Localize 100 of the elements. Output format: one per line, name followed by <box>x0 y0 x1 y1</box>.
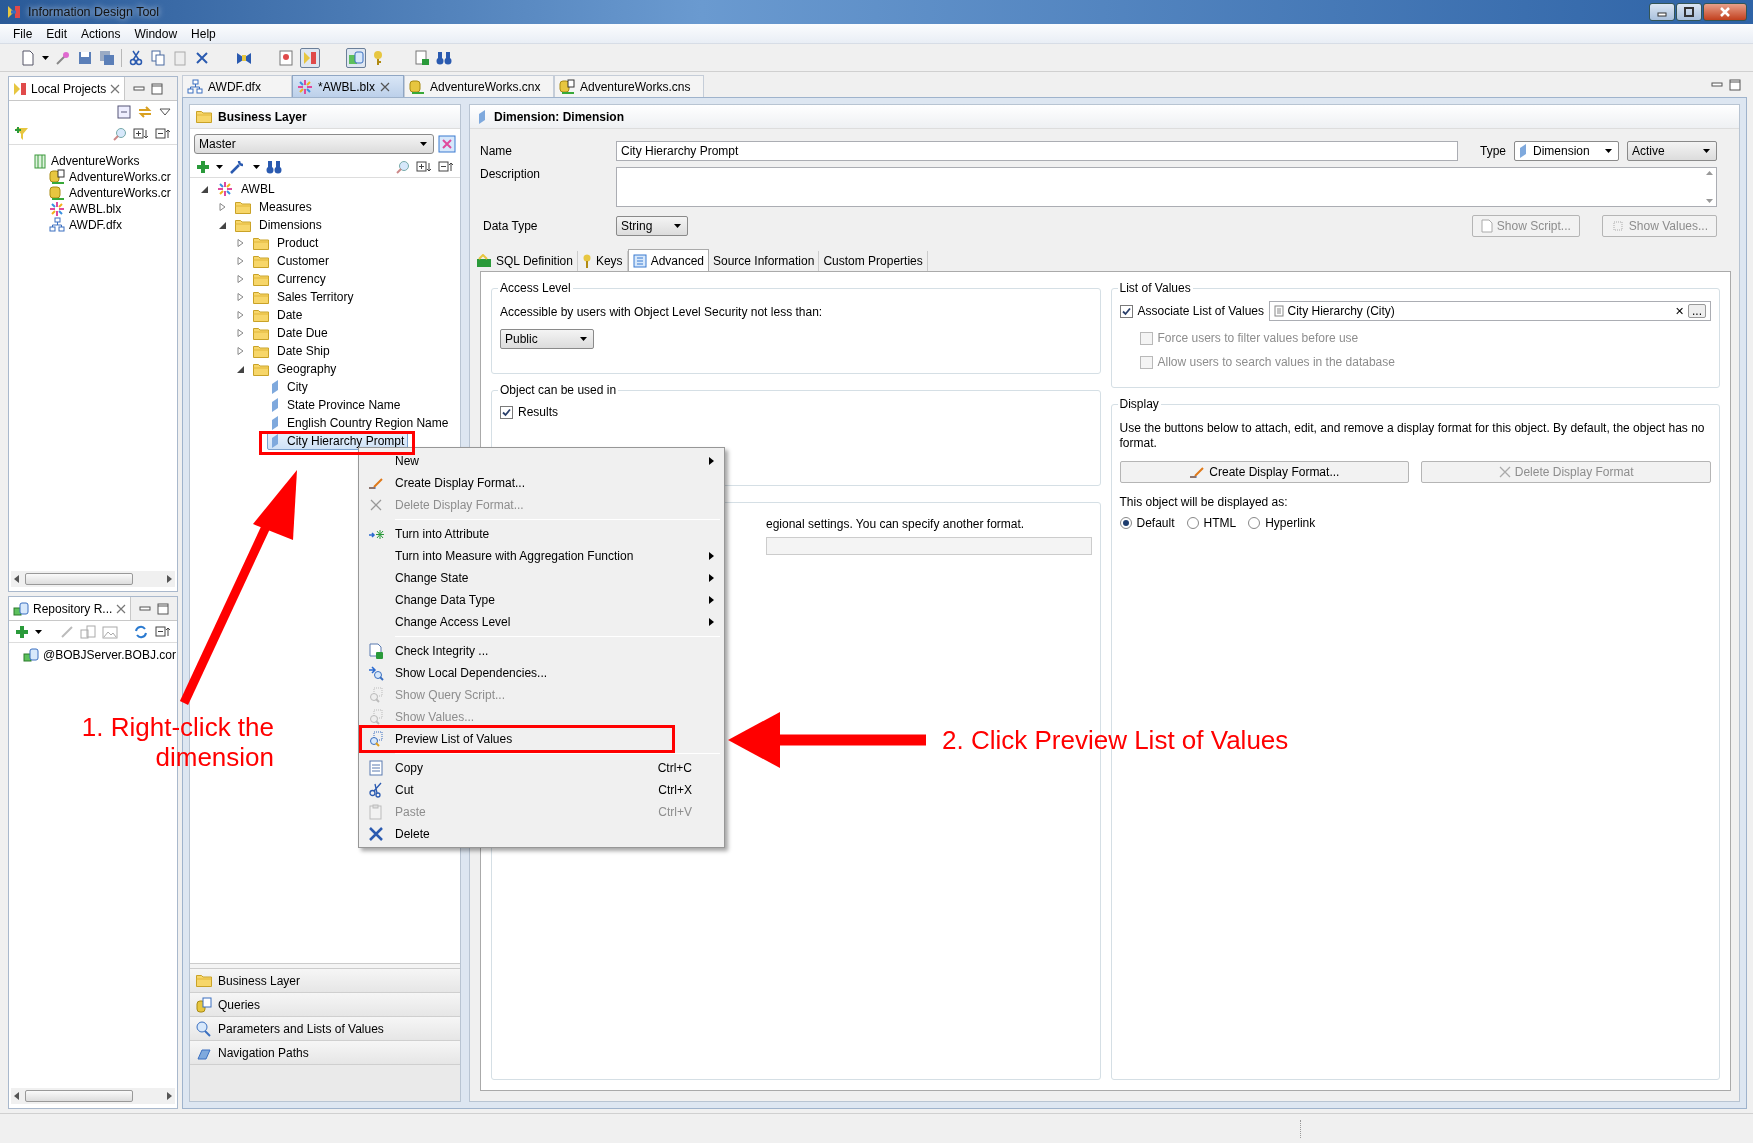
tree-item[interactable]: Date Ship <box>249 342 334 360</box>
scroll-up-icon[interactable] <box>1705 171 1713 175</box>
menu-item[interactable]: Copy Ctrl+C <box>361 757 722 779</box>
menu-item[interactable]: Check Integrity ... <box>361 640 722 662</box>
tree-item[interactable]: AdventureWorks <box>51 154 140 168</box>
tree-item[interactable]: AdventureWorks.cr <box>69 186 171 200</box>
expand-all-icon[interactable] <box>416 160 432 173</box>
editor-tab[interactable]: AWDF.dfx <box>182 75 292 97</box>
access-level-dropdown[interactable]: Public <box>500 329 594 349</box>
tree-item[interactable]: English Country Region Name <box>267 414 453 432</box>
collapse-all-icon[interactable] <box>155 127 171 140</box>
radio-button[interactable] <box>1186 517 1199 529</box>
collapse-all-icon[interactable] <box>155 625 171 638</box>
menu-item[interactable]: Change Access Level <box>361 611 722 633</box>
menu-item[interactable]: Edit <box>39 26 75 41</box>
scroll-thumb[interactable] <box>25 573 133 585</box>
list-of-values-field[interactable]: City Hierarchy (City) ✕ ... <box>1268 301 1711 321</box>
clear-button[interactable]: ✕ <box>1675 304 1684 318</box>
tree-item[interactable]: Date <box>249 306 307 324</box>
check-document-icon[interactable] <box>414 49 430 66</box>
type-dropdown[interactable]: Dimension <box>1514 141 1619 161</box>
expand-all-icon[interactable] <box>133 127 149 140</box>
tree-item[interactable]: Sales Territory <box>249 288 358 306</box>
tree-item[interactable]: State Province Name <box>267 396 405 414</box>
save-icon[interactable] <box>77 49 93 66</box>
navigator-item[interactable]: Parameters and Lists of Values <box>190 1017 460 1041</box>
format-field[interactable] <box>766 537 1092 555</box>
menu-item[interactable]: Create Display Format... <box>361 472 722 494</box>
scroll-down-icon[interactable] <box>1705 199 1713 203</box>
tree-item[interactable]: @BOBJServer.BOBJ.cor <box>43 648 176 662</box>
menu-item[interactable]: Change Data Type <box>361 589 722 611</box>
minimize-view-icon[interactable] <box>133 83 146 94</box>
save-all-icon[interactable] <box>99 49 115 66</box>
radio-button[interactable] <box>1248 517 1261 529</box>
name-field[interactable]: City Hierarchy Prompt <box>616 141 1458 161</box>
menu-item[interactable]: Preview List of Values <box>361 728 722 750</box>
maximize-view-icon[interactable] <box>1729 79 1741 91</box>
editor-tab[interactable]: AdventureWorks.cnx <box>404 75 554 97</box>
collapse-all-icon[interactable] <box>438 160 454 173</box>
view-tab[interactable]: Repository R... <box>9 597 132 620</box>
close-button[interactable] <box>1703 3 1747 21</box>
tree-item[interactable]: AWBL.blx <box>69 202 122 216</box>
link-icon[interactable] <box>137 105 153 119</box>
editor-tab[interactable]: *AWBL.blx <box>292 75 404 97</box>
magnifier-icon[interactable] <box>113 126 127 141</box>
filter-icon[interactable] <box>15 126 31 141</box>
tree-item[interactable]: City <box>267 378 312 396</box>
menu-item[interactable]: Actions <box>74 26 128 41</box>
delete-icon[interactable] <box>194 49 210 66</box>
copy-icon[interactable] <box>150 49 166 66</box>
minimize-view-icon[interactable] <box>1711 80 1723 90</box>
scroll-thumb[interactable] <box>25 1090 133 1102</box>
tree-item[interactable]: Customer <box>249 252 333 270</box>
menu-item[interactable]: File <box>6 26 40 41</box>
menu-item[interactable]: Window <box>127 26 185 41</box>
views-icon[interactable] <box>438 135 456 153</box>
menu-item[interactable]: Change State <box>361 567 722 589</box>
tree-item[interactable]: AWDF.dfx <box>69 218 122 232</box>
binoculars-icon[interactable] <box>436 49 452 66</box>
tree-item[interactable]: Product <box>249 234 323 252</box>
tree-item[interactable]: AWBL <box>213 179 279 199</box>
image-icon[interactable] <box>102 624 118 639</box>
wand-icon[interactable] <box>55 49 71 66</box>
navigator-item[interactable]: Queries <box>190 993 460 1017</box>
navigator-item[interactable]: Business Layer <box>190 969 460 993</box>
radio-button[interactable] <box>1119 517 1132 529</box>
description-field[interactable] <box>616 167 1717 207</box>
view-menu-icon[interactable] <box>159 108 171 116</box>
maximize-button[interactable] <box>1676 3 1702 21</box>
menu-item[interactable]: Cut Ctrl+X <box>361 779 722 801</box>
maximize-view-icon[interactable] <box>157 602 170 615</box>
maximize-view-icon[interactable] <box>151 82 164 95</box>
minimize-view-icon[interactable] <box>139 603 152 614</box>
tree-item[interactable]: Dimensions <box>231 216 326 234</box>
minimize-button[interactable] <box>1649 3 1675 21</box>
tab[interactable]: Advanced <box>627 249 709 271</box>
tree-item[interactable]: Date Due <box>249 324 332 342</box>
binoculars-icon[interactable] <box>266 158 282 175</box>
view-tab[interactable]: Local Projects <box>9 77 126 100</box>
tree-item[interactable]: Measures <box>231 198 316 216</box>
button[interactable]: Create Display Format... <box>1119 461 1410 483</box>
data-type-dropdown[interactable]: String <box>616 216 688 236</box>
menu-item[interactable]: Help <box>184 26 223 41</box>
checkbox[interactable] <box>500 405 513 419</box>
browse-button[interactable]: ... <box>1688 304 1706 318</box>
menu-item[interactable]: New <box>361 450 722 472</box>
menu-item[interactable]: Turn into Attribute <box>361 523 722 545</box>
navigator-item[interactable]: Navigation Paths <box>190 1041 460 1065</box>
refresh-icon[interactable] <box>133 624 149 639</box>
state-dropdown[interactable]: Active <box>1627 141 1717 161</box>
menu-item[interactable]: Turn into Measure with Aggregation Function <box>361 545 722 567</box>
app-logo-toggle-icon[interactable] <box>302 49 318 66</box>
database-toggle-icon[interactable] <box>348 49 364 66</box>
report-icon[interactable] <box>278 49 294 66</box>
tree-item[interactable]: AdventureWorks.cr <box>69 170 171 184</box>
menu-item[interactable]: Delete <box>361 823 722 845</box>
tree-item[interactable]: Currency <box>249 270 330 288</box>
tree-item[interactable]: Geography <box>249 360 341 378</box>
editor-tab[interactable]: AdventureWorks.cns <box>554 75 704 97</box>
add-icon[interactable] <box>196 159 210 174</box>
